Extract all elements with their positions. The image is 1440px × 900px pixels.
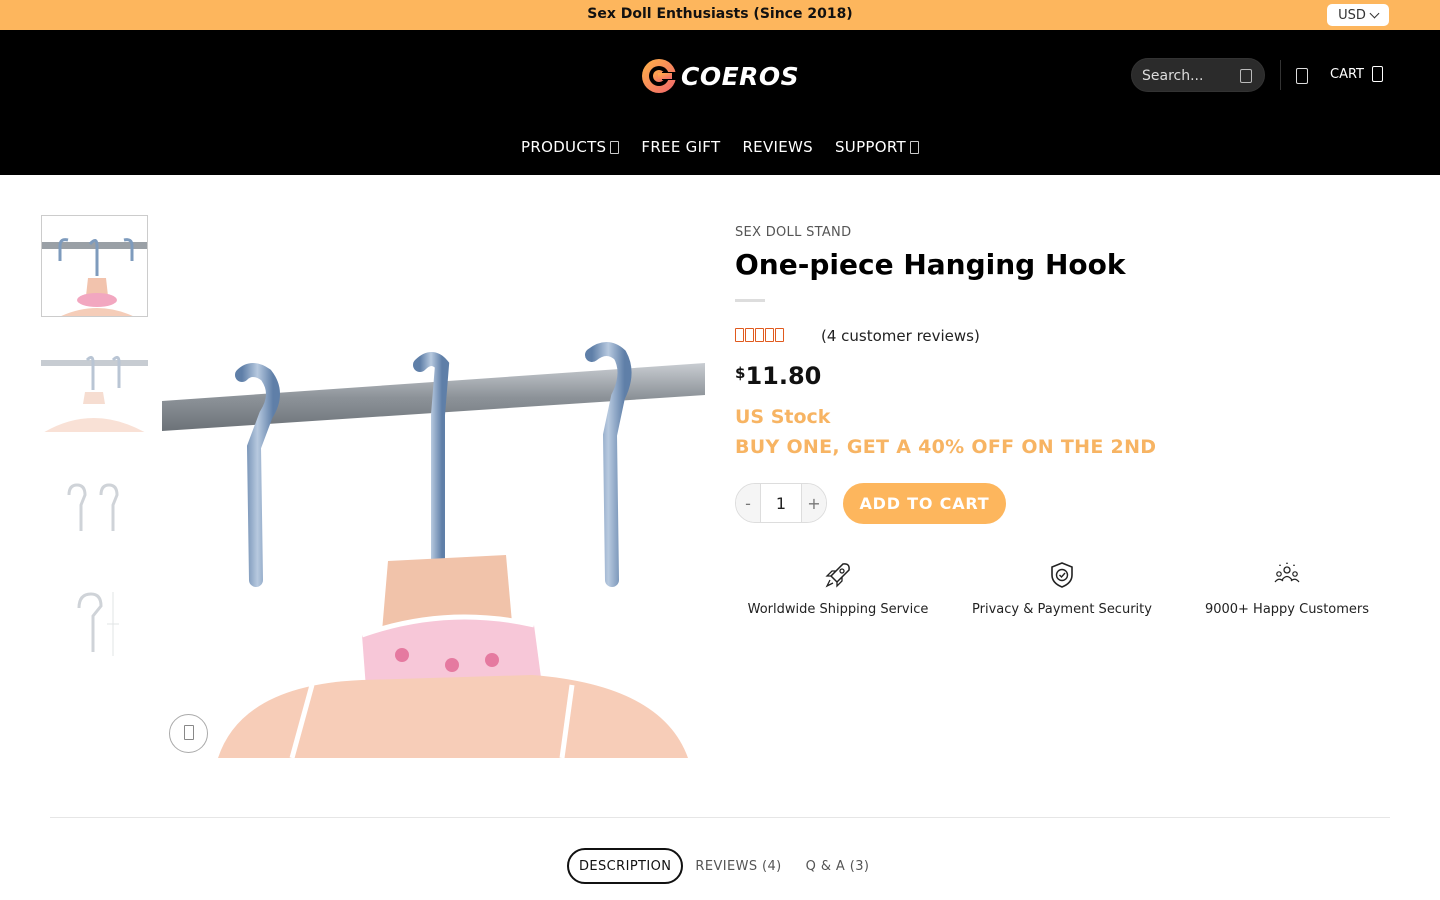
stock-status: US Stock bbox=[735, 406, 831, 428]
zoom-button[interactable] bbox=[169, 714, 208, 753]
title-divider bbox=[735, 299, 765, 302]
thumbnail-1[interactable] bbox=[41, 215, 148, 317]
account-icon[interactable] bbox=[1296, 68, 1308, 84]
quantity-input[interactable]: 1 bbox=[760, 484, 802, 522]
promo-text: Sex Doll Enthusiasts (Since 2018) bbox=[587, 6, 853, 22]
quantity-increase-button[interactable]: + bbox=[802, 484, 826, 522]
cart-label: CART bbox=[1330, 66, 1364, 82]
shield-check-icon bbox=[1051, 562, 1073, 588]
site-header: COEROS CART PRODUCTS FREE GIFT REVIEWS S… bbox=[0, 30, 1440, 175]
search-box bbox=[1131, 58, 1265, 92]
magnify-icon bbox=[184, 725, 194, 740]
product-category[interactable]: SEX DOLL STAND bbox=[735, 225, 851, 240]
price-amount: 11.80 bbox=[745, 362, 822, 390]
search-icon[interactable] bbox=[1240, 69, 1252, 83]
chevron-down-icon bbox=[610, 140, 620, 154]
star-icon bbox=[755, 328, 764, 342]
feature-customers-label: 9000+ Happy Customers bbox=[1204, 602, 1370, 617]
thumbnail-4-image bbox=[41, 570, 148, 672]
thumbnail-2-image bbox=[41, 330, 148, 432]
nav-free-gift[interactable]: FREE GIFT bbox=[641, 138, 720, 156]
thumbnail-2[interactable] bbox=[41, 330, 148, 432]
chevron-down-icon bbox=[1369, 8, 1380, 18]
thumbnail-1-image bbox=[42, 216, 147, 316]
thumbnail-4[interactable] bbox=[41, 570, 148, 672]
main-nav: PRODUCTS FREE GIFT REVIEWS SUPPORT bbox=[0, 138, 1440, 156]
product-photo bbox=[162, 215, 705, 758]
nav-reviews[interactable]: REVIEWS bbox=[742, 138, 813, 156]
site-logo[interactable]: COEROS bbox=[640, 56, 800, 96]
product-title: One-piece Hanging Hook bbox=[735, 248, 1126, 281]
quantity-stepper: - 1 + bbox=[735, 483, 827, 523]
star-icon bbox=[745, 328, 754, 342]
currency-value: USD bbox=[1338, 7, 1366, 23]
tab-description[interactable]: DESCRIPTION bbox=[567, 848, 684, 884]
nav-free-gift-label: FREE GIFT bbox=[641, 138, 721, 156]
tab-reviews[interactable]: REVIEWS (4) bbox=[683, 848, 793, 884]
feature-privacy: Privacy & Payment Security bbox=[952, 560, 1172, 617]
star-icon bbox=[775, 328, 784, 342]
price-currency: $ bbox=[735, 364, 746, 382]
nav-reviews-label: REVIEWS bbox=[742, 138, 813, 156]
thumbnail-3-image bbox=[41, 455, 148, 557]
logo-mark-icon bbox=[642, 59, 676, 93]
logo-text: COEROS bbox=[681, 61, 800, 91]
bundle-promo: BUY ONE, GET A 40% OFF ON THE 2ND bbox=[735, 436, 1157, 458]
nav-products[interactable]: PRODUCTS bbox=[521, 138, 620, 156]
thumbnail-3[interactable] bbox=[41, 455, 148, 557]
rocket-icon bbox=[825, 563, 850, 588]
header-divider bbox=[1280, 60, 1281, 90]
nav-support[interactable]: SUPPORT bbox=[835, 138, 919, 156]
nav-support-label: SUPPORT bbox=[834, 138, 906, 156]
tabs-divider bbox=[50, 817, 1390, 818]
customer-reviews-link[interactable]: (4 customer reviews) bbox=[821, 327, 980, 345]
customers-icon bbox=[1274, 562, 1300, 583]
cart-bag-icon bbox=[1372, 66, 1383, 82]
star-icon bbox=[765, 328, 774, 342]
main-product-image[interactable] bbox=[162, 215, 705, 758]
rating-stars[interactable] bbox=[735, 328, 784, 342]
tab-qa[interactable]: Q & A (3) bbox=[794, 848, 882, 884]
product-tabs: DESCRIPTION REVIEWS (4) Q & A (3) bbox=[567, 848, 881, 884]
cart-link[interactable]: CART bbox=[1330, 66, 1383, 82]
top-promo-bar: Sex Doll Enthusiasts (Since 2018) USD bbox=[0, 0, 1440, 30]
chevron-down-icon bbox=[909, 140, 919, 154]
search-input[interactable] bbox=[1142, 66, 1237, 86]
currency-selector[interactable]: USD bbox=[1327, 4, 1389, 26]
nav-products-label: PRODUCTS bbox=[521, 138, 607, 156]
star-icon bbox=[735, 328, 744, 342]
quantity-decrease-button[interactable]: - bbox=[736, 484, 760, 522]
product-price: $11.80 bbox=[735, 362, 821, 390]
feature-shipping-label: Worldwide Shipping Service bbox=[747, 602, 929, 617]
feature-customers: 9000+ Happy Customers bbox=[1177, 560, 1397, 617]
add-to-cart-button[interactable]: ADD TO CART bbox=[843, 483, 1006, 524]
feature-privacy-label: Privacy & Payment Security bbox=[972, 602, 1152, 617]
feature-shipping: Worldwide Shipping Service bbox=[728, 560, 948, 617]
